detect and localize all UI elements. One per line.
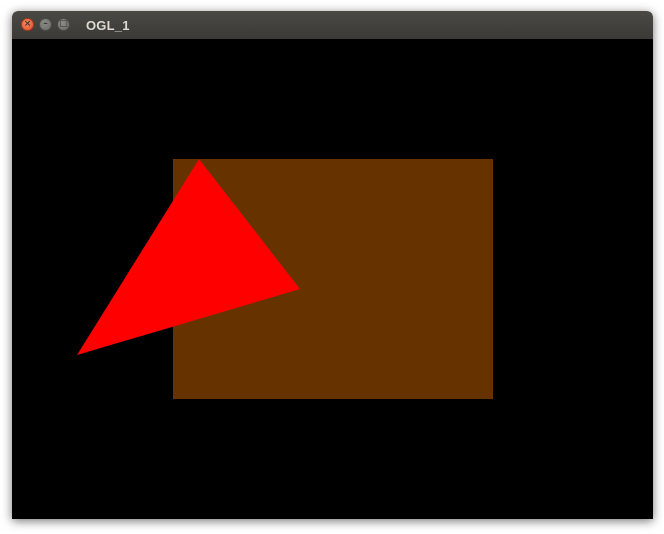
window-title: OGL_1	[86, 18, 130, 33]
app-window: × – □ OGL_1	[12, 11, 653, 519]
close-icon[interactable]: ×	[21, 18, 34, 31]
minimize-icon[interactable]: –	[39, 18, 52, 31]
title-bar[interactable]: × – □ OGL_1	[12, 11, 653, 39]
gl-canvas[interactable]	[12, 39, 653, 519]
maximize-icon[interactable]: □	[57, 18, 70, 31]
scene-svg	[77, 159, 493, 399]
